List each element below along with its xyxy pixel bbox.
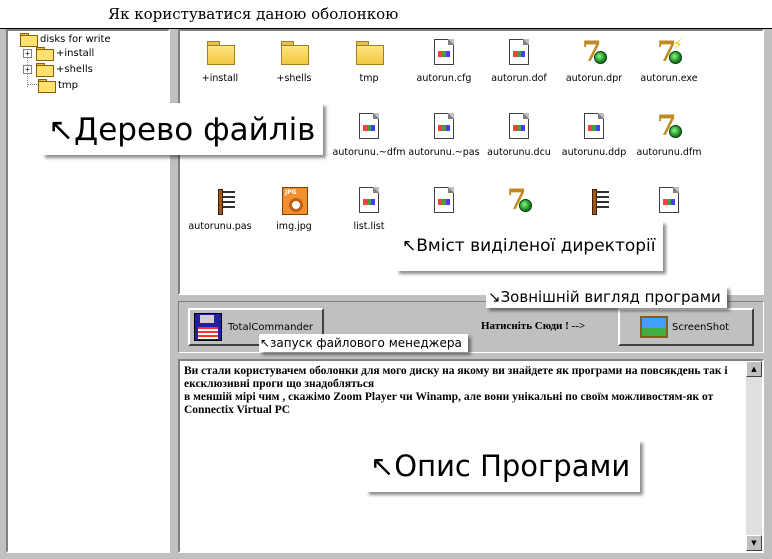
- callout-directory-content: ↖Вміст виділеної директорії: [396, 221, 664, 271]
- file-item[interactable]: JPG img.jpg: [256, 185, 332, 232]
- vertical-scrollbar[interactable]: ▲ ▼: [746, 361, 762, 551]
- scroll-up-icon[interactable]: ▲: [746, 361, 762, 377]
- file-name: autorunu.ddp: [561, 147, 627, 158]
- file-name: autorunu.~pas: [408, 147, 480, 158]
- file-item[interactable]: [406, 185, 482, 221]
- document-icon: [503, 111, 535, 143]
- click-here-label: Натисніть Сюди ! -->: [481, 320, 586, 332]
- file-item[interactable]: autorunu.~dfm: [331, 111, 407, 158]
- delphi-project-icon: 7: [578, 37, 610, 69]
- file-item[interactable]: autorunu.dcu: [481, 111, 557, 158]
- scroll-down-icon[interactable]: ▼: [746, 535, 762, 551]
- file-name: autorun.dpr: [565, 73, 623, 84]
- tree-item-tmp[interactable]: tmp: [38, 77, 78, 93]
- window-title: Як користуватися даною оболонкою: [108, 5, 399, 23]
- file-item[interactable]: autorun.cfg: [406, 37, 482, 84]
- file-item[interactable]: 7: [481, 185, 557, 221]
- document-icon: [428, 185, 460, 217]
- file-name: autorun.dof: [491, 73, 547, 84]
- file-item[interactable]: 7 autorun.dpr: [556, 37, 632, 85]
- pascal-source-icon: [204, 185, 236, 217]
- callout-launch-file-manager: ↖запуск файлового менеджера: [259, 334, 468, 352]
- document-icon: [353, 185, 385, 217]
- tree-item-label: +shells: [56, 63, 93, 75]
- file-name: autorunu.~dfm: [332, 147, 406, 158]
- file-name: +shells: [276, 73, 312, 84]
- tree-connector: [27, 84, 37, 85]
- file-item[interactable]: autorunu.ddp: [556, 111, 632, 158]
- pascal-source-icon: [578, 185, 610, 217]
- file-item[interactable]: +shells: [256, 37, 332, 84]
- delphi-project-icon: 7: [653, 111, 685, 143]
- tree-root-label: disks for write: [40, 33, 111, 45]
- document-icon: [653, 185, 685, 217]
- total-commander-label: TotalCommander: [228, 321, 314, 333]
- file-item[interactable]: autorun.dof: [481, 37, 557, 84]
- document-icon: [503, 37, 535, 69]
- folder-icon: [204, 37, 236, 69]
- delphi-project-icon: 7: [503, 185, 535, 217]
- folder-icon: [38, 79, 56, 93]
- expand-icon[interactable]: +: [23, 48, 32, 58]
- description-text: Ви стали користувачем оболонки для мого …: [184, 365, 728, 416]
- file-item[interactable]: [556, 185, 632, 221]
- file-name: autorunu.dcu: [487, 147, 551, 158]
- jpeg-image-icon: JPG: [278, 185, 310, 217]
- folder-open-icon: [20, 33, 38, 47]
- file-item[interactable]: [631, 185, 707, 221]
- document-icon: [353, 111, 385, 143]
- tree-item-install[interactable]: + +install: [23, 45, 94, 61]
- tree-item-label: +install: [56, 47, 95, 59]
- file-name: img.jpg: [276, 221, 312, 232]
- tree-item-label: tmp: [58, 79, 79, 91]
- expand-icon[interactable]: +: [23, 64, 32, 74]
- callout-file-tree: ↖Дерево файлів: [42, 103, 324, 155]
- file-name: autorunu.pas: [188, 221, 252, 232]
- screenshot-button[interactable]: ScreenShot: [618, 308, 754, 346]
- folder-icon: [278, 37, 310, 69]
- landscape-picture-icon: [640, 316, 668, 338]
- file-item[interactable]: tmp: [331, 37, 407, 84]
- folder-icon: [36, 63, 54, 77]
- floppy-disk-icon: [194, 313, 222, 341]
- file-name: autorun.cfg: [416, 73, 472, 84]
- tree-item-shells[interactable]: + +shells: [23, 61, 93, 77]
- delphi-exe-icon: 7 ⚡: [657, 35, 683, 68]
- file-item[interactable]: autorunu.pas: [182, 185, 258, 232]
- document-icon: [428, 37, 460, 69]
- callout-program-description: ↖Опис Програми: [366, 440, 641, 492]
- file-item[interactable]: autorunu.~pas: [406, 111, 482, 158]
- folder-icon: [36, 47, 54, 61]
- file-name: autorun.exe: [640, 73, 698, 84]
- folder-icon: [353, 37, 385, 69]
- file-item[interactable]: +install: [182, 37, 258, 84]
- file-name: autorunu.dfm: [636, 147, 702, 158]
- screenshot-label: ScreenShot: [672, 321, 730, 333]
- document-icon: [428, 111, 460, 143]
- document-icon: [578, 111, 610, 143]
- file-item[interactable]: 7 ⚡ autorun.exe: [631, 35, 707, 85]
- file-name: tmp: [359, 73, 379, 84]
- callout-program-appearance: ↘Зовнішній вигляд програми: [486, 286, 727, 308]
- file-name: +install: [201, 73, 239, 84]
- file-item[interactable]: 7 autorunu.dfm: [631, 111, 707, 159]
- window-titlebar: Як користуватися даною оболонкою: [0, 0, 772, 29]
